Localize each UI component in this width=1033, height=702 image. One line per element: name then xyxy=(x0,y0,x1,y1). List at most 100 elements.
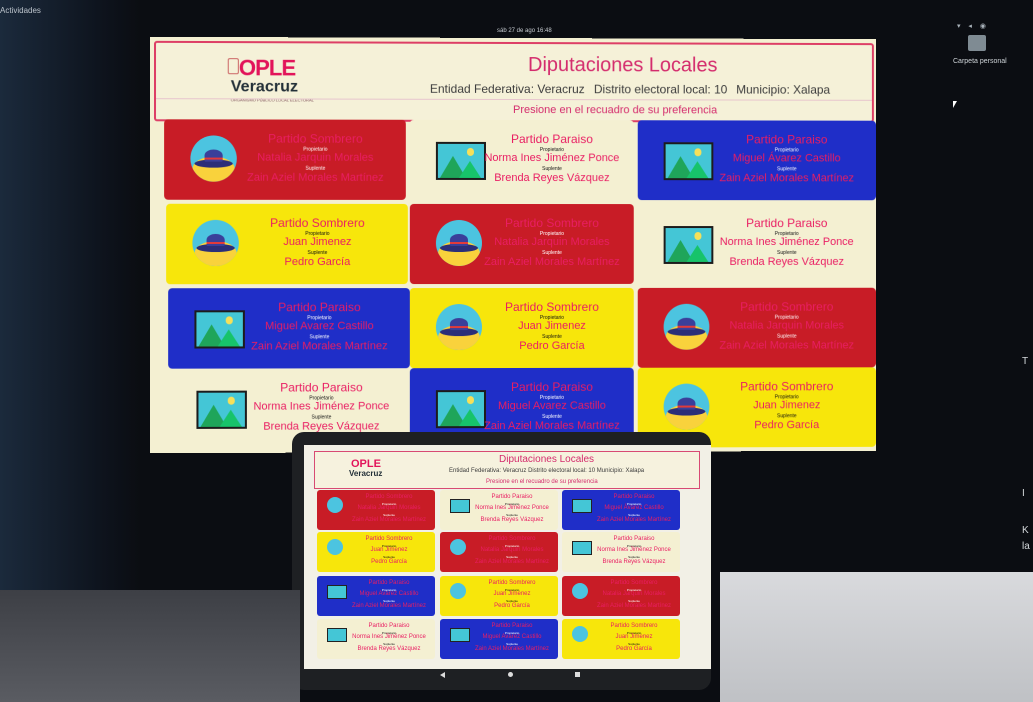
owner-name: Natalia Jarquin Morales xyxy=(357,505,421,511)
tablet-candidate-card[interactable]: Partido Paraiso Propietario Miguel Ávarez … xyxy=(562,490,680,530)
tablet-candidate-card[interactable]: Partido Paraiso Propietario Norma Ines Jim… xyxy=(562,532,680,572)
owner-name: Miguel Avarez Castillo xyxy=(359,591,419,597)
candidate-text: Partido Sombrero Propietario Juan Jimenez S… xyxy=(697,367,875,447)
back-icon[interactable] xyxy=(440,672,445,678)
edge-text: I xyxy=(1022,488,1025,499)
instruction-text: Presione en el recuadro de su preferenci… xyxy=(513,103,718,117)
candidate-card[interactable]: Partido Sombrero Propietario Natalia Jarqu… xyxy=(637,287,876,368)
owner-name: Miguel Avarez Castillo xyxy=(497,399,606,413)
party-name: Partido Sombrero xyxy=(610,623,658,629)
tablet-candidate-text: Partido Sombrero Propietario Juan Jimenez S… xyxy=(466,576,558,616)
ballot-header: OPLE Veracruz ORGANISMO PÚBLICO LOCAL EL… xyxy=(153,40,874,123)
owner-name: Natalia Jarquin Morales xyxy=(494,235,610,249)
candidate-text: Partido Paraiso Propietario Miguel Ávarez … xyxy=(697,120,875,200)
party-name: Partido Sombrero xyxy=(268,131,363,146)
tablet-candidate-card[interactable]: Partido Sombrero Propietario Natalia Jarqu… xyxy=(562,576,680,616)
substitute-name: Brenda Reyes Vázquez xyxy=(729,255,845,268)
party-name: Partido Sombrero xyxy=(270,215,365,230)
edge-text: K xyxy=(1022,525,1029,536)
owner-name: Juan Jimenez xyxy=(493,591,531,597)
tablet-candidate-card[interactable]: Partido Paraiso Propietario Norma Ines Jim… xyxy=(317,619,435,659)
substitute-name: Brenda Reyes Vázquez xyxy=(263,420,380,433)
ople-logo: OPLE Veracruz ORGANISMO PÚBLICO LOCAL EL… xyxy=(227,55,320,107)
party-name: Partido Paraiso xyxy=(368,623,410,629)
tablet-candidate-card[interactable]: Partido Sombrero Propietario Juan Jimenez S… xyxy=(440,576,558,616)
tablet-candidate-text: Partido Paraiso Propietario Norma Ines Jim… xyxy=(466,490,558,530)
owner-name: Miguel Ávarez Castillo xyxy=(604,505,664,511)
candidate-text: Partido Sombrero Propietario Natalia Jarqu… xyxy=(225,119,406,199)
tablet-candidate-card[interactable]: Partido Sombrero Propietario Juan Jimenez S… xyxy=(562,619,680,659)
activities-label[interactable]: Actividades xyxy=(0,6,41,15)
recents-icon[interactable] xyxy=(575,672,580,677)
owner-name: Norma Ines Jiménez Ponce xyxy=(597,547,671,553)
candidate-card[interactable]: Partido Paraiso Propietario Norma Ines Jim… xyxy=(637,204,876,284)
tablet-candidate-card[interactable]: Partido Paraiso Propietario Norma Ines Jim… xyxy=(440,490,558,530)
owner-name: Natalia Jarquin Morales xyxy=(602,591,666,597)
candidate-card[interactable]: Partido Sombrero Propietario Natalia Jarqu… xyxy=(164,119,406,200)
party-name: Partido Paraiso xyxy=(510,379,593,395)
party-name: Partido Sombrero xyxy=(740,299,834,314)
sombrero-icon xyxy=(327,497,343,513)
ople-ballot-box-icon xyxy=(227,58,239,75)
substitute-name: Brenda Reyes Vázquez xyxy=(480,517,544,523)
sombrero-icon xyxy=(450,539,466,555)
substitute-name: Zain Aziel Morales Martínez xyxy=(596,517,672,523)
owner-name: Norma Ines Jiménez Ponce xyxy=(719,236,854,248)
home-folder-icon[interactable] xyxy=(968,35,986,51)
substitute-name: Zain Aziel Morales Martínez xyxy=(351,517,427,523)
candidate-text: Partido Paraiso Propietario Norma Ines Jim… xyxy=(697,204,875,284)
home-icon[interactable] xyxy=(508,672,513,677)
tablet-candidate-text: Partido Paraiso Propietario Miguel Avarez … xyxy=(343,576,435,616)
party-name: Partido Sombrero xyxy=(504,215,599,231)
owner-name: Natalia Jarquin Morales xyxy=(257,151,374,164)
tablet-ballot: OPLE Veracruz Diputaciones Locales Entid… xyxy=(304,445,711,669)
ballot-window: OPLE Veracruz ORGANISMO PÚBLICO LOCAL EL… xyxy=(149,36,876,454)
tablet-location: Entidad Federativa: Veracruz Distrito el… xyxy=(449,468,645,474)
home-folder-label[interactable]: Carpeta personal xyxy=(953,58,1007,65)
substitute-name: Zain Aziel Morales Martínez xyxy=(474,646,550,652)
candidate-card[interactable]: Partido Paraiso Propietario Miguel Ávarez … xyxy=(637,120,876,201)
tablet-candidate-card[interactable]: Partido Sombrero Propietario Juan Jimenez S… xyxy=(317,532,435,572)
candidate-text: Partido Paraiso Propietario Norma Ines Jim… xyxy=(470,120,634,200)
district-label: Distrito electoral local: 10 xyxy=(593,82,728,97)
owner-name: Juan Jimenez xyxy=(370,547,408,553)
owner-name: Norma Ines Jiménez Ponce xyxy=(352,634,426,640)
tablet-instruction: Presione en el recuadro de su preferenci… xyxy=(486,479,598,485)
tablet-candidate-card[interactable]: Partido Paraiso Propietario Miguel Avarez … xyxy=(317,576,435,616)
party-name: Partido Paraiso xyxy=(613,536,655,542)
substitute-name: Zain Aziel Morales Martínez xyxy=(484,419,620,433)
tablet-candidate-card[interactable]: Partido Sombrero Propietario Natalia Jarqu… xyxy=(317,490,435,530)
sombrero-icon xyxy=(450,583,466,599)
substitute-name: Pedro García xyxy=(284,256,351,269)
system-tray-icons[interactable]: ▾ ◂ ◉ xyxy=(957,22,989,30)
top-bar-clock[interactable]: sáb 27 de ago 16:48 xyxy=(497,28,552,34)
blurred-foreground-left xyxy=(0,590,300,702)
substitute-name: Zain Aziel Morales Martínez xyxy=(484,255,620,269)
tablet-candidate-text: Partido Paraiso Propietario Miguel Avarez … xyxy=(466,619,558,659)
party-name: Partido Sombrero xyxy=(488,536,536,542)
owner-name: Norma Ines Jiménez Ponce xyxy=(253,400,390,413)
candidate-card[interactable]: Partido Sombrero Propietario Juan Jimenez S… xyxy=(166,203,408,285)
candidate-card[interactable]: Partido Paraiso Propietario Norma Ines Jim… xyxy=(409,119,634,201)
owner-name: Juan Jimenez xyxy=(753,399,821,412)
tablet-header: OPLE Veracruz Diputaciones Locales Entid… xyxy=(314,451,700,489)
candidate-grid: Partido Sombrero Propietario Natalia Jarqu… xyxy=(150,37,876,450)
party-name: Partido Paraiso xyxy=(613,494,655,500)
party-name: Partido Paraiso xyxy=(491,623,533,629)
owner-name: Juan Jimenez xyxy=(283,235,352,249)
candidate-text: Partido Paraiso Propietario Miguel Avarez … xyxy=(229,288,410,368)
owner-name: Juan Jimenez xyxy=(518,319,586,332)
mouse-pointer-icon xyxy=(953,101,957,108)
tablet-candidate-card[interactable]: Partido Paraiso Propietario Miguel Avarez … xyxy=(440,619,558,659)
candidate-card[interactable]: Partido Sombrero Propietario Juan Jimenez S… xyxy=(409,287,634,369)
tablet-candidate-card[interactable]: Partido Sombrero Propietario Natalia Jarqu… xyxy=(440,532,558,572)
edge-text: la xyxy=(1022,541,1030,552)
candidate-card[interactable]: Partido Sombrero Propietario Natalia Jarqu… xyxy=(409,203,634,285)
tablet-candidate-text: Partido Sombrero Propietario Juan Jimenez S… xyxy=(588,619,680,659)
substitute-name: Pedro García xyxy=(616,646,652,652)
candidate-card[interactable]: Partido Paraiso Propietario Miguel Avarez … xyxy=(168,288,410,369)
party-name: Partido Paraiso xyxy=(368,580,410,586)
owner-name: Miguel Ávarez Castillo xyxy=(732,152,841,165)
owner-name: Norma Ines Jiménez Ponce xyxy=(475,505,549,511)
party-name: Partido Paraiso xyxy=(278,300,361,315)
